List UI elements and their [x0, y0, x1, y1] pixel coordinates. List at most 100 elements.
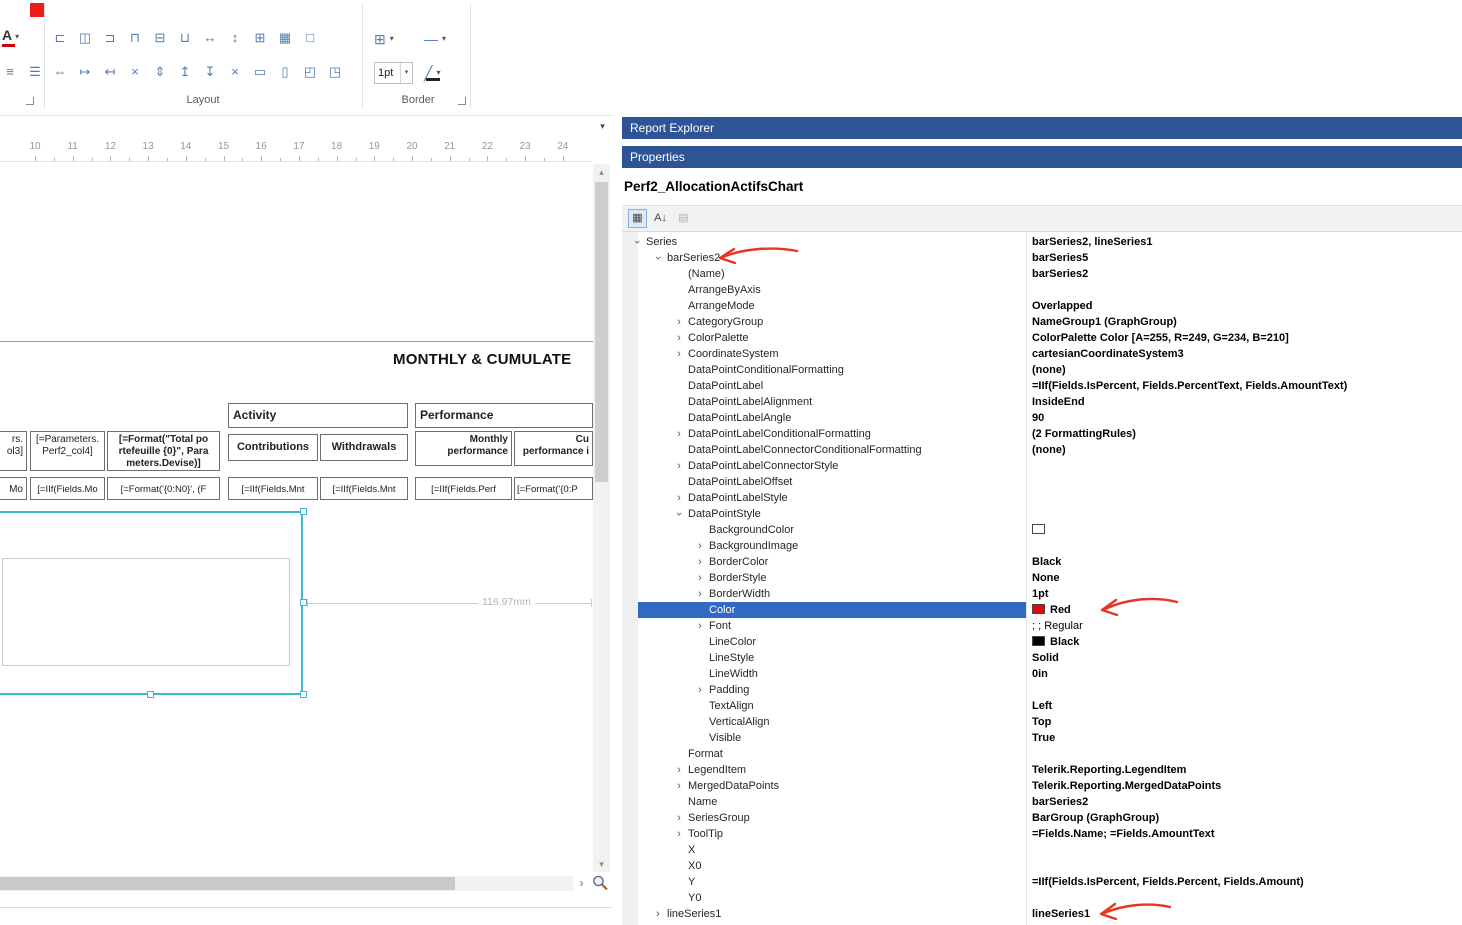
property-row-seriesgroup[interactable]: › SeriesGroup BarGroup (GraphGroup): [622, 810, 1462, 826]
table-cell[interactable]: [=IIf(Fields.Mnt: [228, 477, 318, 500]
expand-icon[interactable]: ›: [652, 906, 664, 922]
horizontal-scrollbar-thumb[interactable]: [0, 877, 455, 890]
expand-icon[interactable]: ›: [673, 346, 685, 362]
zoom-tool-button[interactable]: [591, 874, 610, 892]
property-row-linewidth[interactable]: LineWidth 0in: [622, 666, 1462, 682]
property-value[interactable]: 1pt: [1032, 586, 1460, 602]
table-cell[interactable]: Mo: [0, 477, 27, 500]
property-row-format[interactable]: Format: [622, 746, 1462, 762]
property-row-y[interactable]: Y =IIf(Fields.IsPercent, Fields.Percent, …: [622, 874, 1462, 890]
line-style-dropdown-button[interactable]: — ▾: [424, 28, 446, 50]
property-row-name[interactable]: Name barSeries2: [622, 794, 1462, 810]
property-row-datapointlabelalignment[interactable]: DataPointLabelAlignment InsideEnd: [622, 394, 1462, 410]
align-middles-icon[interactable]: ⊟: [152, 30, 168, 46]
property-value[interactable]: InsideEnd: [1032, 394, 1460, 410]
line-color-dropdown-button[interactable]: ╱ ▾: [424, 62, 440, 84]
property-row-x0[interactable]: X0: [622, 858, 1462, 874]
property-value[interactable]: Black: [1032, 554, 1460, 570]
property-row-lineseries1[interactable]: › lineSeries1 lineSeries1: [622, 906, 1462, 922]
report-horizontal-line[interactable]: [0, 341, 593, 342]
property-value[interactable]: Left: [1032, 698, 1460, 714]
property-row-backgroundimage[interactable]: › BackgroundImage: [622, 538, 1462, 554]
property-row-datapointlabelstyle[interactable]: › DataPointLabelStyle: [622, 490, 1462, 506]
property-row-name[interactable]: (Name) barSeries2: [622, 266, 1462, 282]
table-cell[interactable]: rs. ol3]: [0, 431, 27, 471]
font-color-button[interactable]: A ▾: [2, 28, 19, 52]
property-row-datapointlabelangle[interactable]: DataPointLabelAngle 90: [622, 410, 1462, 426]
property-row-datapointlabel[interactable]: DataPointLabel =IIf(Fields.IsPercent, Fie…: [622, 378, 1462, 394]
table-cell[interactable]: [=Format("Total po rtefeuille {0}", Para…: [107, 431, 220, 471]
collapse-icon[interactable]: ›: [650, 252, 666, 264]
border-width-value[interactable]: 1pt: [375, 63, 400, 83]
properties-header[interactable]: Properties: [622, 146, 1462, 168]
property-value[interactable]: Telerik.Reporting.MergedDataPoints: [1032, 778, 1460, 794]
make-same-height-icon[interactable]: ↕: [227, 30, 243, 46]
property-row-y0[interactable]: Y0: [622, 890, 1462, 906]
property-row-bordercolor[interactable]: › BorderColor Black: [622, 554, 1462, 570]
table-header-performance[interactable]: Performance: [415, 403, 593, 428]
dialog-launcher-icon[interactable]: [458, 97, 466, 105]
table-cell[interactable]: [=Format('{0:N0}', (F: [107, 477, 220, 500]
property-row-datapointstyle[interactable]: › DataPointStyle: [622, 506, 1462, 522]
property-value[interactable]: Top: [1032, 714, 1460, 730]
scroll-right-icon[interactable]: ›: [573, 876, 590, 891]
property-row-coordinatesystem[interactable]: › CoordinateSystem cartesianCoordinateSyst…: [622, 346, 1462, 362]
property-value[interactable]: 90: [1032, 410, 1460, 426]
make-horizontal-spacing-equal-icon[interactable]: ⇔: [52, 64, 68, 80]
expand-icon[interactable]: ›: [673, 762, 685, 778]
property-value[interactable]: ColorPalette Color [A=255, R=249, G=234,…: [1032, 330, 1460, 346]
property-pages-icon[interactable]: ▤: [674, 209, 693, 228]
selection-handle[interactable]: [300, 691, 307, 698]
property-row-arrangebyaxis[interactable]: ArrangeByAxis: [622, 282, 1462, 298]
size-to-grid-icon[interactable]: ▦: [277, 30, 293, 46]
expand-icon[interactable]: ›: [673, 458, 685, 474]
property-value[interactable]: ; ; Regular: [1032, 618, 1460, 634]
property-value[interactable]: Solid: [1032, 650, 1460, 666]
property-value[interactable]: =IIf(Fields.IsPercent, Fields.PercentTex…: [1032, 378, 1460, 394]
table-cell[interactable]: [=Parameters. Perf2_col4]: [30, 431, 105, 471]
property-row-borderstyle[interactable]: › BorderStyle None: [622, 570, 1462, 586]
property-row-x[interactable]: X: [622, 842, 1462, 858]
property-value[interactable]: barSeries5: [1032, 250, 1460, 266]
scroll-down-icon[interactable]: ▾: [593, 856, 610, 872]
property-row-color[interactable]: Color Red: [622, 602, 1462, 618]
property-value[interactable]: Black: [1032, 634, 1460, 650]
align-left-text-icon[interactable]: ≡: [2, 64, 18, 80]
align-lefts-icon[interactable]: ⊏: [52, 30, 68, 46]
make-same-width-icon[interactable]: ↔: [202, 30, 218, 46]
categorized-icon[interactable]: ▦: [628, 209, 647, 228]
align-bottoms-icon[interactable]: ⊔: [177, 30, 193, 46]
chevron-down-icon[interactable]: ▾: [400, 63, 412, 83]
property-row-colorpalette[interactable]: › ColorPalette ColorPalette Color [A=255, …: [622, 330, 1462, 346]
expand-icon[interactable]: ›: [694, 586, 706, 602]
property-row-datapointconditionalformatting[interactable]: DataPointConditionalFormatting (none): [622, 362, 1462, 378]
property-row-datapointlabeloffset[interactable]: DataPointLabelOffset: [622, 474, 1462, 490]
selection-handle[interactable]: [300, 508, 307, 515]
borders-dropdown-button[interactable]: ⊞ ▾: [374, 28, 394, 50]
property-value[interactable]: barSeries2, lineSeries1: [1032, 234, 1460, 250]
expand-icon[interactable]: ›: [694, 618, 706, 634]
send-to-back-icon[interactable]: ◳: [327, 64, 343, 80]
expand-icon[interactable]: ›: [673, 490, 685, 506]
center-vertically-icon[interactable]: ▯: [277, 64, 293, 80]
remove-vertical-spacing-icon[interactable]: ×: [227, 64, 243, 80]
report-explorer-header[interactable]: Report Explorer: [622, 117, 1462, 139]
property-value[interactable]: NameGroup1 (GraphGroup): [1032, 314, 1460, 330]
make-same-size-icon[interactable]: ⊞: [252, 30, 268, 46]
property-value[interactable]: barSeries2: [1032, 794, 1460, 810]
snap-to-grid-icon[interactable]: □: [302, 30, 318, 46]
report-title-textbox[interactable]: MONTHLY & CUMULATE: [393, 351, 595, 368]
collapse-icon[interactable]: ›: [671, 508, 687, 520]
horizontal-scrollbar[interactable]: [0, 876, 573, 891]
bring-to-front-icon[interactable]: ◰: [302, 64, 318, 80]
property-row-datapointlabelconnectorstyle[interactable]: › DataPointLabelConnectorStyle: [622, 458, 1462, 474]
expand-icon[interactable]: ›: [694, 570, 706, 586]
property-row-font[interactable]: › Font ; ; Regular: [622, 618, 1462, 634]
property-value[interactable]: BarGroup (GraphGroup): [1032, 810, 1460, 826]
expand-icon[interactable]: ›: [673, 426, 685, 442]
decrease-horizontal-spacing-icon[interactable]: ↤: [102, 64, 118, 80]
table-cell[interactable]: Contributions: [228, 434, 318, 461]
table-cell[interactable]: [=IIf(Fields.Perf: [415, 477, 512, 500]
remove-horizontal-spacing-icon[interactable]: ×: [127, 64, 143, 80]
property-value[interactable]: True: [1032, 730, 1460, 746]
